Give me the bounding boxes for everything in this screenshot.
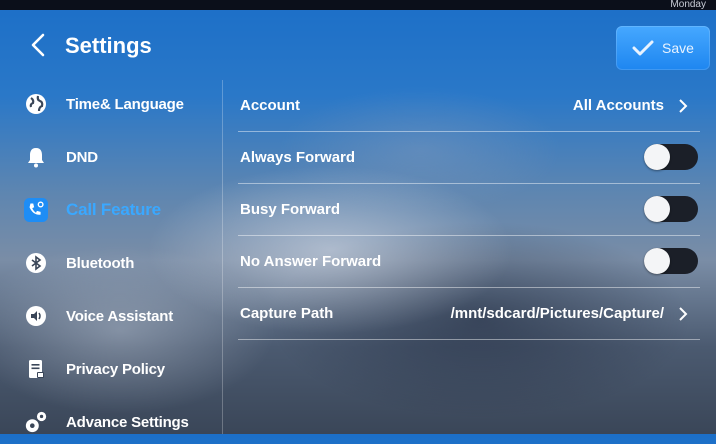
globe-icon (24, 92, 48, 116)
document-lock-icon (24, 357, 48, 381)
sidebar-item-label: Call Feature (66, 200, 161, 219)
sidebar-item-label: Voice Assistant (66, 307, 174, 325)
toggle-knob (644, 196, 670, 222)
save-button[interactable]: Save (616, 26, 710, 70)
speaker-icon (24, 304, 48, 328)
sidebar-item-label: Bluetooth (66, 254, 135, 272)
account-value: All Accounts (572, 97, 664, 114)
capture-path-value: /mnt/sdcard/Pictures/Capture/ (450, 305, 664, 322)
always-forward-toggle[interactable] (644, 144, 698, 170)
always-forward-label: Always Forward (240, 149, 356, 166)
checkmark-icon (632, 40, 654, 56)
busy-forward-row: Busy Forward (238, 184, 700, 236)
status-strip-text: Monday (670, 0, 706, 10)
sidebar-item-voice-assistant[interactable]: Voice Assistant (0, 294, 222, 338)
call-settings-icon (24, 198, 48, 222)
bluetooth-icon (24, 251, 48, 275)
sidebar-item-advance-settings[interactable]: Advance Settings (0, 400, 222, 444)
capture-path-row[interactable]: Capture Path /mnt/sdcard/Pictures/Captur… (238, 288, 700, 340)
sidebar: Time& Language DND Call Feature Bluetoot… (0, 80, 222, 434)
top-status-strip: Monday (0, 0, 716, 10)
busy-forward-label: Busy Forward (240, 201, 341, 218)
sidebar-divider (222, 80, 223, 434)
sidebar-item-label: DND (66, 148, 98, 166)
sidebar-item-label: Privacy Policy (66, 360, 165, 378)
account-label: Account (240, 97, 300, 114)
always-forward-row: Always Forward (238, 132, 700, 184)
toggle-knob (644, 144, 670, 170)
sidebar-item-time-language[interactable]: Time& Language (0, 82, 222, 126)
no-answer-forward-row: No Answer Forward (238, 236, 700, 288)
back-chevron-icon[interactable] (28, 33, 50, 57)
toggle-knob (644, 248, 670, 274)
sidebar-item-dnd[interactable]: DND (0, 135, 222, 179)
chevron-right-icon (679, 99, 688, 113)
page-title: Settings (65, 33, 152, 58)
chevron-right-icon (679, 307, 688, 321)
no-answer-forward-label: No Answer Forward (240, 253, 382, 270)
capture-path-label: Capture Path (240, 305, 334, 322)
bell-icon (24, 145, 48, 169)
sidebar-item-label: Time& Language (66, 95, 184, 113)
sidebar-item-privacy-policy[interactable]: Privacy Policy (0, 347, 222, 391)
sidebar-item-label: Advance Settings (66, 413, 189, 431)
no-answer-forward-toggle[interactable] (644, 248, 698, 274)
save-label: Save (662, 40, 694, 56)
sidebar-item-bluetooth[interactable]: Bluetooth (0, 241, 222, 285)
gears-icon (24, 410, 48, 434)
busy-forward-toggle[interactable] (644, 196, 698, 222)
account-row[interactable]: Account All Accounts (238, 80, 700, 132)
sidebar-item-call-feature[interactable]: Call Feature (0, 188, 222, 232)
